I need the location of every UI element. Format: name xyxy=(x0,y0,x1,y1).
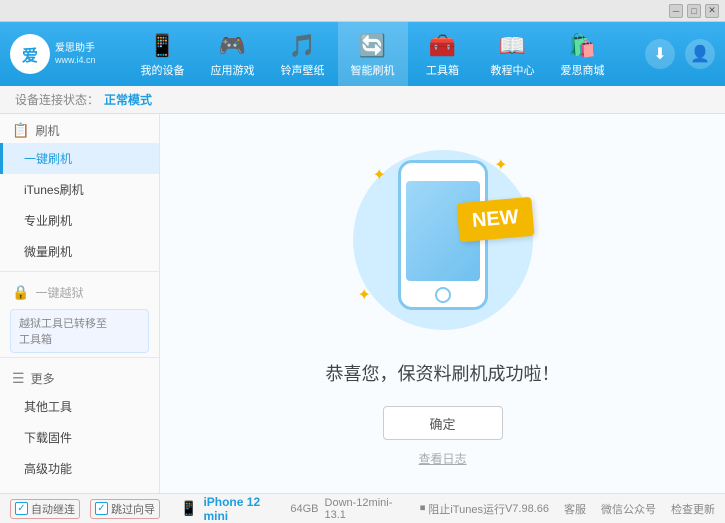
success-text: 恭喜您，保资料刷机成功啦！ xyxy=(326,360,560,386)
gallery-link[interactable]: 查看日志 xyxy=(418,450,466,467)
nav-apps-icon: 🎮 xyxy=(219,33,246,59)
flash-section-icon: 📋 xyxy=(12,122,29,139)
stop-itunes-button[interactable]: ⏹ 阻止iTunes运行 xyxy=(420,501,505,517)
close-button[interactable]: ✕ xyxy=(705,4,719,18)
sidebar-item-one-key-flash[interactable]: 一键刷机 xyxy=(0,143,159,174)
status-label: 设备连接状态： xyxy=(15,91,99,108)
nav-toolbox[interactable]: 🧰 工具箱 xyxy=(408,22,478,86)
more-section-icon: ☰ xyxy=(12,370,25,387)
top-nav: 爱 爱思助手 www.i4.cn 📱 我的设备 🎮 应用游戏 🎵 铃声壁纸 🔄 … xyxy=(0,22,725,86)
sidebar: 📋 刷机 一键刷机 iTunes刷机 专业刷机 微量刷机 🔒 一键越狱 越狱工具… xyxy=(0,114,160,493)
nav-tutorial-icon: 📖 xyxy=(499,33,526,59)
logo-text: 爱思助手 www.i4.cn xyxy=(55,42,96,67)
sparkle-icon-3: ✦ xyxy=(358,285,371,305)
sparkle-icon-2: ✦ xyxy=(494,155,507,175)
user-button[interactable]: 👤 xyxy=(685,39,715,69)
minimize-button[interactable]: ─ xyxy=(669,4,683,18)
jailbreak-lock-icon: 🔒 xyxy=(12,284,29,301)
sidebar-section-more: ☰ 更多 xyxy=(0,362,159,391)
new-badge: NEW xyxy=(456,197,534,242)
sidebar-item-pro-flash[interactable]: 专业刷机 xyxy=(0,205,159,236)
confirm-button[interactable]: 确定 xyxy=(383,406,503,440)
logo-icon: 爱 xyxy=(10,34,50,74)
skip-wizard-checkbox[interactable]: ✓ 跳过向导 xyxy=(90,499,160,519)
nav-tutorial[interactable]: 📖 教程中心 xyxy=(478,22,548,86)
sidebar-section-jailbreak: 🔒 一键越狱 xyxy=(0,276,159,305)
status-value: 正常模式 xyxy=(104,91,152,108)
sidebar-item-other-tools[interactable]: 其他工具 xyxy=(0,391,159,422)
nav-flash-icon: 🔄 xyxy=(359,33,386,59)
customer-service-link[interactable]: 客服 xyxy=(564,501,586,517)
nav-shop-icon: 🛍️ xyxy=(569,33,596,59)
device-phone-icon: 📱 xyxy=(180,500,197,517)
sidebar-item-itunes-flash[interactable]: iTunes刷机 xyxy=(0,174,159,205)
sidebar-item-download-firmware[interactable]: 下载固件 xyxy=(0,422,159,453)
auto-connect-checkbox[interactable]: ✓ 自动继连 xyxy=(10,499,80,519)
content-area: ✦ ✦ ✦ NEW 恭喜您，保资料刷机成功啦！ 确定 查看日志 xyxy=(160,114,725,493)
nav-apps-games[interactable]: 🎮 应用游戏 xyxy=(198,22,268,86)
nav-right-buttons: ⬇ 👤 xyxy=(645,39,715,69)
phone-home-btn xyxy=(435,287,451,303)
bottom-left: ✓ 自动继连 ✓ 跳过向导 📱 iPhone 12 mini 64GB Down… xyxy=(10,495,420,523)
device-storage: 64GB xyxy=(290,503,318,515)
sidebar-divider-2 xyxy=(0,357,159,358)
sidebar-section-flash: 📋 刷机 xyxy=(0,114,159,143)
nav-my-device[interactable]: 📱 我的设备 xyxy=(128,22,198,86)
maximize-button[interactable]: □ xyxy=(687,4,701,18)
auto-connect-check-icon: ✓ xyxy=(15,502,28,515)
download-button[interactable]: ⬇ xyxy=(645,39,675,69)
sidebar-item-advanced[interactable]: 高级功能 xyxy=(0,453,159,484)
nav-items: 📱 我的设备 🎮 应用游戏 🎵 铃声壁纸 🔄 智能刷机 🧰 工具箱 📖 教程中心… xyxy=(100,22,645,86)
skip-wizard-check-icon: ✓ xyxy=(95,502,108,515)
check-update-link[interactable]: 检查更新 xyxy=(671,501,715,517)
bottom-bar: ✓ 自动继连 ✓ 跳过向导 📱 iPhone 12 mini 64GB Down… xyxy=(0,493,725,523)
phone-illustration: ✦ ✦ ✦ NEW xyxy=(343,140,543,340)
bottom-right: V7.98.66 客服 微信公众号 检查更新 xyxy=(505,501,715,517)
nav-smart-flash[interactable]: 🔄 智能刷机 xyxy=(338,22,408,86)
device-info: 📱 iPhone 12 mini 64GB Down-12mini-13.1 xyxy=(170,495,420,523)
nav-ringtones-icon: 🎵 xyxy=(289,33,316,59)
nav-ringtones[interactable]: 🎵 铃声壁纸 xyxy=(268,22,338,86)
sidebar-item-save-flash[interactable]: 微量刷机 xyxy=(0,236,159,267)
nav-toolbox-icon: 🧰 xyxy=(429,33,456,59)
sidebar-divider-1 xyxy=(0,271,159,272)
status-bar: 设备连接状态： 正常模式 xyxy=(0,86,725,114)
sparkle-icon-1: ✦ xyxy=(373,165,386,185)
wechat-link[interactable]: 微信公众号 xyxy=(601,501,656,517)
stop-icon: ⏹ xyxy=(420,502,426,515)
device-name: iPhone 12 mini xyxy=(203,495,284,523)
nav-shop[interactable]: 🛍️ 爱思商城 xyxy=(548,22,618,86)
nav-device-icon: 📱 xyxy=(149,33,176,59)
device-version: Down-12mini-13.1 xyxy=(325,497,410,521)
jailbreak-notice: 越狱工具已转移至工具箱 xyxy=(10,309,149,353)
logo-area: 爱 爱思助手 www.i4.cn xyxy=(10,34,100,74)
version-label: V7.98.66 xyxy=(505,503,549,515)
main-layout: 📋 刷机 一键刷机 iTunes刷机 专业刷机 微量刷机 🔒 一键越狱 越狱工具… xyxy=(0,114,725,493)
title-bar: ─ □ ✕ xyxy=(0,0,725,22)
